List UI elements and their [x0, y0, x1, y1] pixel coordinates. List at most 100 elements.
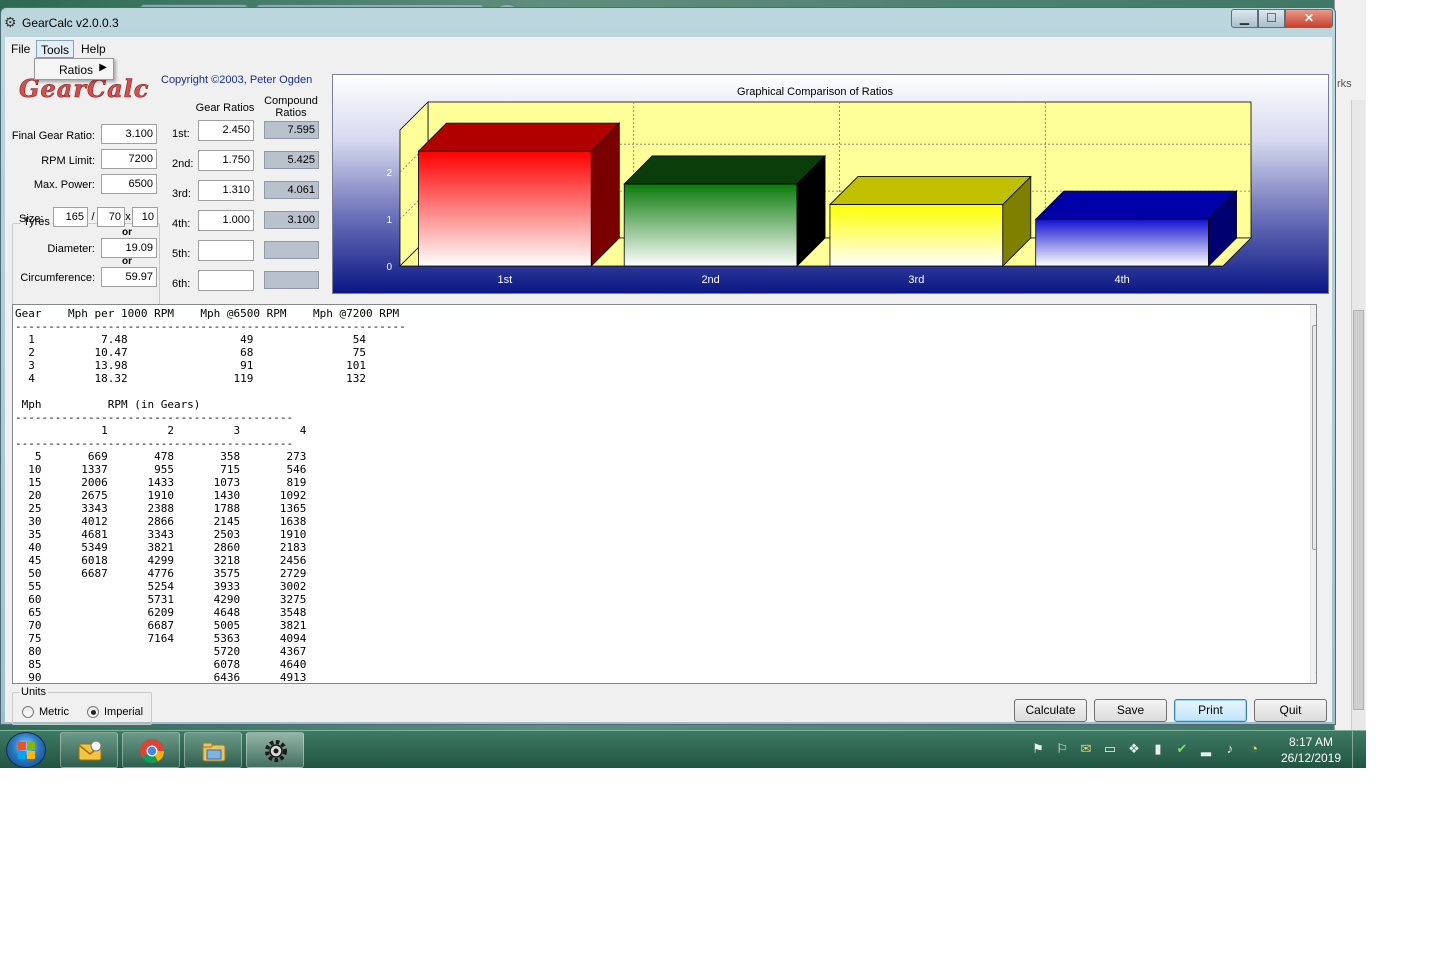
action-center-flag-icon[interactable]: ⚐ [1054, 741, 1070, 757]
mail-icon[interactable]: ✉ [1078, 741, 1094, 757]
menu-file[interactable]: File [7, 40, 34, 58]
gear-ratio-field[interactable]: 1.000 [198, 210, 254, 231]
battery-icon[interactable]: ▮ [1150, 741, 1166, 757]
ratio-chart: 0 1 2 1st 2nd 3rd 4th Graphical Comparison of R… [332, 74, 1329, 294]
x-tick-label: 2nd [701, 274, 719, 286]
results-line [15, 385, 406, 398]
clock-time[interactable]: 8:17 AM [1280, 735, 1342, 749]
metric-radio[interactable] [22, 706, 34, 718]
save-button[interactable]: Save [1094, 699, 1167, 722]
menu-bar: File Tools Help [5, 37, 1332, 59]
results-line: 15 2006 1433 1073 819 [15, 476, 307, 489]
results-line: 5 669 478 358 273 [15, 450, 307, 463]
compound-ratio-field [264, 271, 319, 289]
gear-ratio-field[interactable]: 1.750 [198, 150, 254, 171]
gear-ratio-field[interactable] [198, 270, 254, 291]
results-line: 35 4681 3343 2503 1910 [15, 528, 307, 541]
diameter-field[interactable]: 19.09 [101, 238, 157, 258]
compound-ratios-header-1: Compound [264, 95, 318, 107]
gear-label: 4th: [172, 218, 191, 230]
menu-tools[interactable]: Tools [36, 40, 75, 58]
results-line: ----------------------------------------… [15, 411, 294, 424]
gear-label: 5th: [172, 248, 191, 260]
title-bar[interactable]: ⚙ GearCalc v2.0.0.3 ▁ ☐ ✕ [1, 8, 1335, 36]
circumference-field[interactable]: 59.97 [101, 267, 157, 287]
tools-dropdown: Ratios ▶ [34, 58, 114, 80]
volume-icon[interactable]: ♪ [1222, 741, 1238, 757]
gear-label: 1st: [172, 128, 190, 140]
results-line: 30 4012 2866 2145 1638 [15, 515, 307, 528]
taskbar-chrome[interactable] [122, 732, 180, 768]
circumference-label: Circumference: [20, 272, 95, 284]
results-textbox[interactable]: Gear Mph per 1000 RPM Mph @6500 RPM Mph … [12, 304, 1317, 684]
results-line: Mph RPM (in Gears) [15, 398, 201, 411]
results-line: 10 1337 955 715 546 [15, 463, 307, 476]
results-scrollbar[interactable]: ▲ ▼ [1310, 305, 1316, 683]
devices-icon[interactable]: ❖ [1126, 741, 1142, 757]
display-icon[interactable]: ▭ [1102, 741, 1118, 757]
sync-check-icon[interactable]: ✔ [1174, 741, 1190, 757]
compound-ratio-field [264, 241, 319, 259]
scroll-down-icon[interactable]: ▼ [1314, 670, 1316, 679]
gear-label: 3rd: [172, 188, 191, 200]
taskbar-file-explorer[interactable] [184, 732, 242, 768]
print-button[interactable]: Print [1174, 699, 1247, 722]
results-line: 25 3343 2388 1788 1365 [15, 502, 307, 515]
compound-ratio-field: 5.425 [264, 151, 319, 169]
notification-icon[interactable]: ◔ [1246, 741, 1262, 757]
tyre-slash: / [91, 211, 95, 223]
scroll-thumb[interactable] [1312, 325, 1316, 550]
gear-ratio-field[interactable] [198, 240, 254, 261]
taskbar-gearcalc[interactable] [246, 732, 304, 768]
bar-top [828, 176, 1032, 205]
menu-item-ratios[interactable]: Ratios [59, 63, 93, 77]
rpm-limit-field[interactable]: 7200 [101, 149, 157, 169]
network-drive-icon[interactable]: ⚑ [1030, 741, 1046, 757]
chrome-icon [140, 739, 164, 764]
gear-ratio-field[interactable]: 2.450 [198, 120, 254, 141]
taskbar: ⚑ ⚐ ✉ ▭ ❖ ▮ ✔ ▂ ♪ ◔ 8:17 AM 26/12/2019 [0, 730, 1366, 768]
results-line: 90 6436 4913 [15, 671, 307, 684]
metric-label[interactable]: Metric [39, 706, 69, 718]
bar-front [623, 183, 798, 267]
final-gear-ratio-field[interactable]: 3.100 [101, 124, 157, 144]
show-desktop-button[interactable] [1352, 731, 1366, 768]
bar-front [418, 150, 592, 267]
results-line: 60 5731 4290 3275 [15, 593, 307, 606]
gearcalc-logo: GearCalc [19, 74, 159, 110]
close-button[interactable]: ✕ [1285, 9, 1333, 28]
gearcalc-window: ⚙ GearCalc v2.0.0.3 ▁ ☐ ✕ File Tools Hel… [0, 7, 1336, 725]
rpm-limit-label: RPM Limit: [41, 155, 95, 167]
tyre-profile-field[interactable]: 70 [97, 207, 125, 227]
gear-ratio-field[interactable]: 1.310 [198, 180, 254, 201]
results-line: 45 6018 4299 3218 2456 [15, 554, 307, 567]
calculate-button[interactable]: Calculate [1014, 699, 1087, 722]
minimize-button[interactable]: ▁ [1231, 9, 1258, 28]
max-power-label: Max. Power: [33, 179, 95, 191]
results-line: ----------------------------------------… [15, 320, 406, 333]
results-line: 1 7.48 49 54 [15, 333, 366, 346]
tyre-size-label: Size: [19, 213, 44, 225]
imperial-radio[interactable] [87, 706, 99, 718]
or-label: or [122, 227, 132, 238]
clock-date[interactable]: 26/12/2019 [1275, 751, 1347, 765]
results-line: 85 6078 4640 [15, 658, 307, 671]
quit-button[interactable]: Quit [1254, 699, 1327, 722]
start-button[interactable] [6, 732, 46, 768]
file-explorer-icon [202, 742, 226, 762]
wifi-signal-icon[interactable]: ▂ [1198, 741, 1214, 757]
background-window-scrollbar[interactable] [1351, 100, 1365, 730]
maximize-button[interactable]: ☐ [1258, 9, 1285, 28]
results-line: 70 6687 5005 3821 [15, 619, 307, 632]
results-line: 3 13.98 91 101 [15, 359, 366, 372]
x-tick-label: 3rd [908, 274, 924, 286]
imperial-label[interactable]: Imperial [104, 706, 143, 718]
scroll-up-icon[interactable]: ▲ [1314, 309, 1316, 318]
tyre-rim-field[interactable]: 10 [132, 207, 158, 227]
max-power-field[interactable]: 6500 [101, 174, 157, 194]
tyre-width-field[interactable]: 165 [53, 207, 88, 227]
taskbar-outlook[interactable] [60, 732, 118, 768]
menu-help[interactable]: Help [77, 40, 110, 58]
desktop: rks ⚙ GearCalc v2.0.0.3 ▁ ☐ ✕ File Tools… [0, 0, 1366, 768]
client-area: File Tools Help Ratios ▶ GearCalc Copyri… [5, 37, 1332, 725]
